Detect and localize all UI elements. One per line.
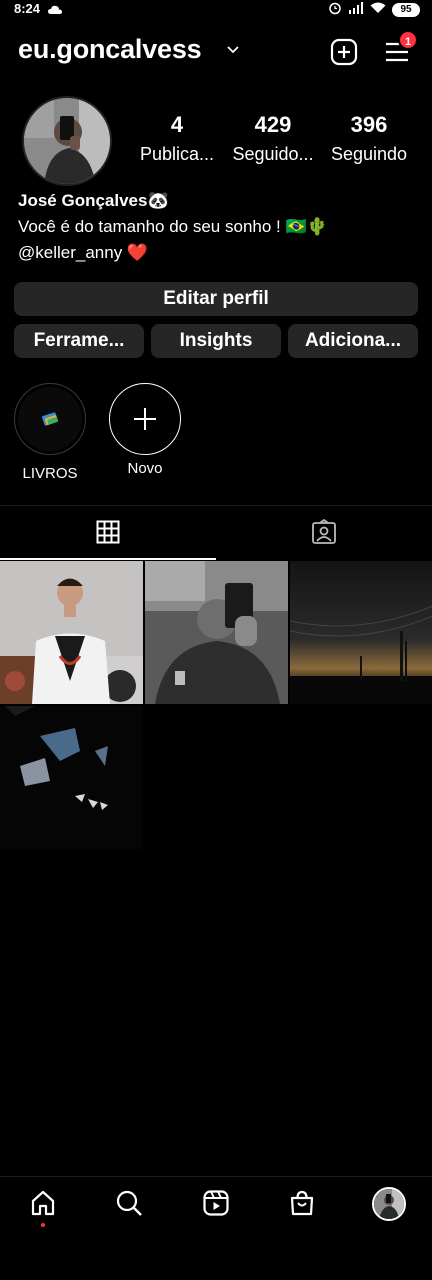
stat-count: 4: [170, 112, 184, 137]
post-thumbnail[interactable]: [0, 561, 143, 704]
tab-posts[interactable]: [0, 506, 216, 560]
professional-tools-button[interactable]: Ferrame...: [14, 324, 144, 358]
grid-icon: [96, 520, 120, 544]
status-bar: 8:24 95: [0, 0, 432, 18]
stat-count: 396: [350, 112, 388, 137]
notification-dot: [41, 1223, 45, 1227]
highlight-label: Novo: [127, 460, 163, 477]
wifi-icon: [370, 2, 386, 17]
signal-icon: [348, 2, 364, 17]
new-post-icon[interactable]: [330, 38, 358, 66]
profile-avatar[interactable]: [22, 96, 112, 186]
post-thumbnail[interactable]: [0, 706, 143, 849]
highlight-label: LIVROS: [22, 465, 78, 482]
bottom-navigation: [0, 1176, 432, 1236]
bio-mention-link[interactable]: @keller_anny ❤️: [18, 240, 418, 266]
tab-tagged[interactable]: [216, 506, 432, 560]
new-highlight-button[interactable]: Novo: [107, 383, 183, 477]
post-thumbnail[interactable]: [145, 561, 288, 704]
profile-avatar[interactable]: [372, 1187, 406, 1221]
stat-count: 429: [254, 112, 292, 137]
notification-badge: 1: [398, 30, 418, 50]
insights-button[interactable]: Insights: [151, 324, 281, 358]
chevron-down-icon[interactable]: [226, 42, 240, 60]
profile-name: José Gonçalves🐼: [18, 191, 169, 210]
alarm-icon: [328, 1, 342, 18]
stat-label: Seguido...: [232, 144, 314, 164]
bio-text: Você é do tamanho do seu sonho ! 🇧🇷🌵: [18, 217, 328, 236]
tagged-icon: [312, 519, 336, 544]
profile-tabs: [0, 505, 432, 560]
stat-followers[interactable]: 429 Seguido...: [225, 112, 321, 165]
stat-label: Seguindo: [330, 144, 408, 164]
plus-icon: [109, 383, 181, 455]
add-shop-button[interactable]: Adiciona...: [288, 324, 418, 358]
highlight-livros[interactable]: LIVROS: [12, 383, 88, 482]
shop-icon[interactable]: [288, 1189, 318, 1219]
search-icon[interactable]: [115, 1189, 145, 1219]
status-time: 8:24: [14, 1, 41, 16]
battery-icon: 95: [392, 2, 420, 17]
profile-bio: José Gonçalves🐼 Você é do tamanho do seu…: [18, 188, 418, 266]
profile-header: eu.goncalvess 1: [0, 28, 432, 78]
active-tab-indicator: [0, 558, 216, 560]
stat-label: Publica...: [139, 144, 215, 164]
home-icon[interactable]: [29, 1189, 59, 1219]
stat-following[interactable]: 396 Seguindo: [321, 112, 417, 165]
post-thumbnail[interactable]: [290, 561, 432, 704]
stat-posts[interactable]: 4 Publica...: [129, 112, 225, 165]
reels-icon[interactable]: [202, 1189, 232, 1219]
highlight-cover: [14, 383, 86, 455]
edit-profile-button[interactable]: Editar perfil: [14, 282, 418, 316]
username-switcher[interactable]: eu.goncalvess: [18, 34, 202, 65]
cloud-icon: [48, 3, 62, 18]
